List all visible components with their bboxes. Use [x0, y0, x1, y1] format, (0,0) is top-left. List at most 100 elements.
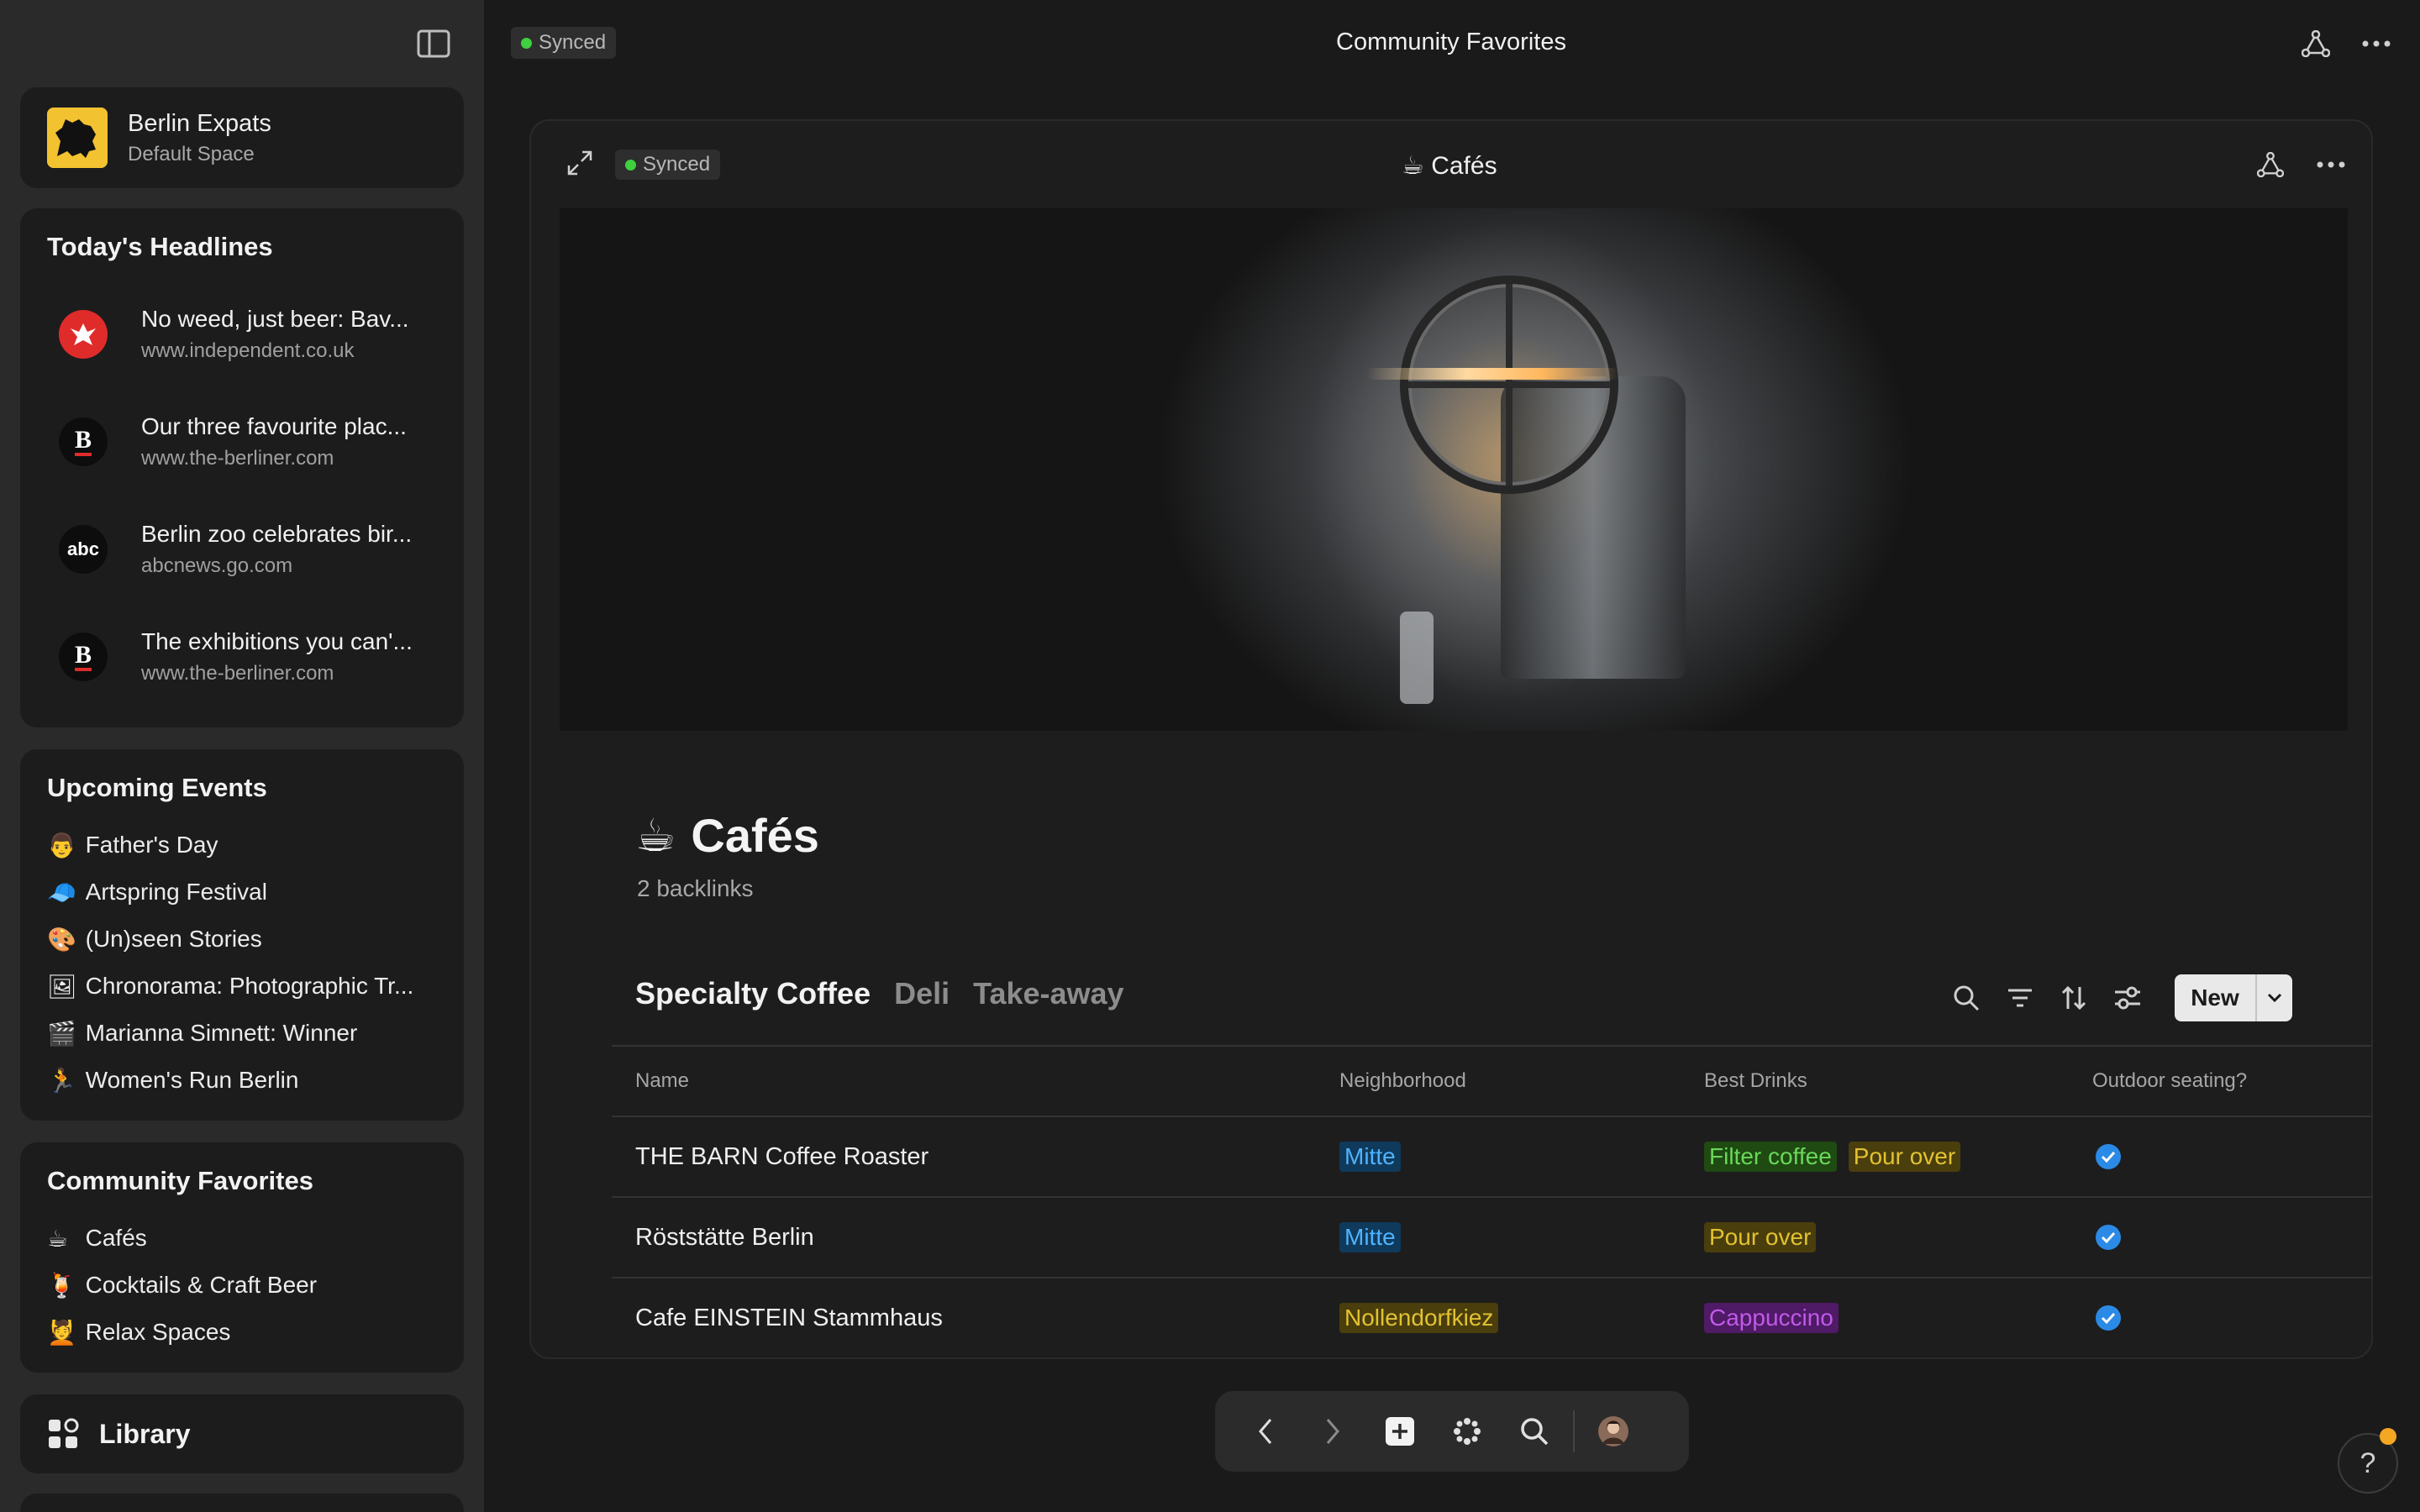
- cell-drinks[interactable]: Cappuccino: [1704, 1303, 2092, 1333]
- headline-item[interactable]: No weed, just beer: Bav... www.independe…: [47, 281, 437, 388]
- back-button[interactable]: [1232, 1398, 1299, 1465]
- search-button[interactable]: [1943, 974, 1990, 1021]
- headlines-title: Today's Headlines: [47, 232, 273, 261]
- sync-status-text: Synced: [539, 31, 607, 54]
- column-header-name[interactable]: Name: [612, 1069, 1339, 1093]
- berliner-b-icon: B: [59, 633, 108, 681]
- filter-button[interactable]: [1996, 974, 2044, 1021]
- event-label: Chronorama: Photographic Tr...: [85, 973, 414, 999]
- cocktail-emoji-icon: 🍹: [47, 1272, 76, 1299]
- more-options-button[interactable]: [2358, 25, 2395, 62]
- sidebar: Berlin Expats Default Space Today's Head…: [0, 0, 484, 1512]
- cell-outdoor[interactable]: [2092, 1144, 2344, 1169]
- cap-emoji-icon: 🧢: [47, 879, 76, 906]
- new-dropdown-button[interactable]: [2255, 974, 2292, 1021]
- drink-tag: Pour over: [1848, 1142, 1961, 1172]
- headline-item[interactable]: B The exhibitions you can'... www.the-be…: [47, 603, 437, 711]
- cell-drinks[interactable]: Pour over: [1704, 1222, 2092, 1252]
- event-item[interactable]: 🧢 Artspring Festival: [47, 869, 437, 916]
- sidebar-panel-icon: [417, 29, 450, 58]
- bottle-shape: [1400, 612, 1434, 704]
- events-title: Upcoming Events: [47, 773, 267, 802]
- backlinks-link[interactable]: 2 backlinks: [637, 875, 754, 902]
- cell-name[interactable]: THE BARN Coffee Roaster: [612, 1143, 1339, 1171]
- cell-neighborhood[interactable]: Mitte: [1339, 1222, 1704, 1252]
- library-button[interactable]: Library: [20, 1394, 464, 1473]
- favorite-item-relax[interactable]: 💆 Relax Spaces: [47, 1309, 437, 1356]
- forward-button[interactable]: [1299, 1398, 1366, 1465]
- profile-button[interactable]: [1580, 1398, 1647, 1465]
- sidebar-more-card: [20, 1494, 464, 1512]
- library-grid-icon: [49, 1418, 79, 1448]
- headline-title: The exhibitions you can'...: [141, 628, 413, 654]
- chevron-right-icon: [1326, 1419, 1339, 1444]
- graph-icon: [2257, 152, 2284, 177]
- notification-dot: [2380, 1428, 2396, 1445]
- checkmark-icon[interactable]: [2096, 1225, 2121, 1250]
- cell-neighborhood[interactable]: Mitte: [1339, 1142, 1704, 1172]
- cell-outdoor[interactable]: [2092, 1225, 2344, 1250]
- add-object-button[interactable]: [1366, 1398, 1434, 1465]
- table-row[interactable]: Cafe EINSTEIN Stammhaus Nollendorfkiez C…: [612, 1278, 2371, 1357]
- cell-name[interactable]: Cafe EINSTEIN Stammhaus: [612, 1305, 1339, 1332]
- event-item[interactable]: 🏃 Women's Run Berlin: [47, 1057, 437, 1104]
- divider: [1573, 1410, 1575, 1452]
- sidebar-toggle-button[interactable]: [415, 29, 452, 59]
- new-button[interactable]: New: [2175, 984, 2255, 1011]
- page-heading-text: Cafés: [691, 809, 819, 862]
- neighborhood-tag: Nollendorfkiez: [1339, 1303, 1499, 1333]
- coffee-emoji-icon: ☕: [635, 811, 676, 861]
- event-label: Father's Day: [85, 832, 218, 858]
- event-item[interactable]: 🎨 (Un)seen Stories: [47, 916, 437, 963]
- drink-tag: Cappuccino: [1704, 1303, 1839, 1333]
- expand-button[interactable]: [563, 146, 597, 180]
- event-item[interactable]: 🖼 Chronorama: Photographic Tr...: [47, 963, 437, 1010]
- bear-flag-icon: [47, 108, 108, 168]
- tab-deli[interactable]: Deli: [894, 976, 950, 1011]
- man-emoji-icon: 👨: [47, 832, 76, 858]
- search-icon: [1954, 985, 1980, 1011]
- cell-drinks[interactable]: Filter coffee Pour over: [1704, 1142, 2092, 1172]
- abc-icon: abc: [59, 525, 108, 574]
- avatar: [1598, 1416, 1628, 1446]
- favorite-item-cocktails[interactable]: 🍹 Cocktails & Craft Beer: [47, 1262, 437, 1309]
- berliner-b-icon: B: [59, 417, 108, 466]
- column-header-drinks[interactable]: Best Drinks: [1704, 1069, 2092, 1093]
- graph-button[interactable]: [2297, 25, 2334, 62]
- global-search-button[interactable]: [1501, 1398, 1568, 1465]
- space-switcher[interactable]: Berlin Expats Default Space: [20, 87, 464, 188]
- filter-icon: [2008, 989, 2032, 1007]
- tab-specialty-coffee[interactable]: Specialty Coffee: [635, 976, 871, 1011]
- event-label: Marianna Simnett: Winner: [85, 1020, 358, 1046]
- event-item[interactable]: 🎬 Marianna Simnett: Winner: [47, 1010, 437, 1057]
- favorite-item-cafes[interactable]: ☕ Cafés: [47, 1215, 437, 1262]
- headline-item[interactable]: abc Berlin zoo celebrates bir... abcnews…: [47, 496, 437, 603]
- column-header-outdoor[interactable]: Outdoor seating?: [2092, 1069, 2344, 1093]
- tab-take-away[interactable]: Take-away: [973, 976, 1123, 1011]
- sliders-icon: [2115, 986, 2140, 1010]
- cell-neighborhood[interactable]: Nollendorfkiez: [1339, 1303, 1704, 1333]
- cell-name[interactable]: Röststätte Berlin: [612, 1224, 1339, 1252]
- table-row[interactable]: THE BARN Coffee Roaster Mitte Filter cof…: [612, 1117, 2371, 1198]
- sort-button[interactable]: [2050, 974, 2097, 1021]
- new-button-group: New: [2175, 974, 2292, 1021]
- checkmark-icon[interactable]: [2096, 1305, 2121, 1331]
- panel-graph-button[interactable]: [2254, 148, 2287, 181]
- settings-button[interactable]: [2104, 974, 2151, 1021]
- event-item[interactable]: 👨 Father's Day: [47, 822, 437, 869]
- checkmark-icon[interactable]: [2096, 1144, 2121, 1169]
- search-icon: [1521, 1418, 1549, 1446]
- column-header-neighborhood[interactable]: Neighborhood: [1339, 1069, 1704, 1093]
- headline-url: abcnews.go.com: [141, 554, 293, 577]
- chevron-down-icon: [2267, 993, 2282, 1003]
- expand-icon: [567, 150, 592, 176]
- table-row[interactable]: Röststätte Berlin Mitte Pour over: [612, 1198, 2371, 1278]
- headline-item[interactable]: B Our three favourite plac... www.the-be…: [47, 388, 437, 496]
- eagle-icon: [59, 310, 108, 359]
- panel-title: ☕ Cafés: [1402, 152, 1497, 180]
- headline-title: Our three favourite plac...: [141, 413, 407, 439]
- database-table: Name Neighborhood Best Drinks Outdoor se…: [612, 1045, 2371, 1357]
- cell-outdoor[interactable]: [2092, 1305, 2344, 1331]
- graph-view-button[interactable]: [1434, 1398, 1501, 1465]
- panel-more-button[interactable]: [2314, 148, 2348, 181]
